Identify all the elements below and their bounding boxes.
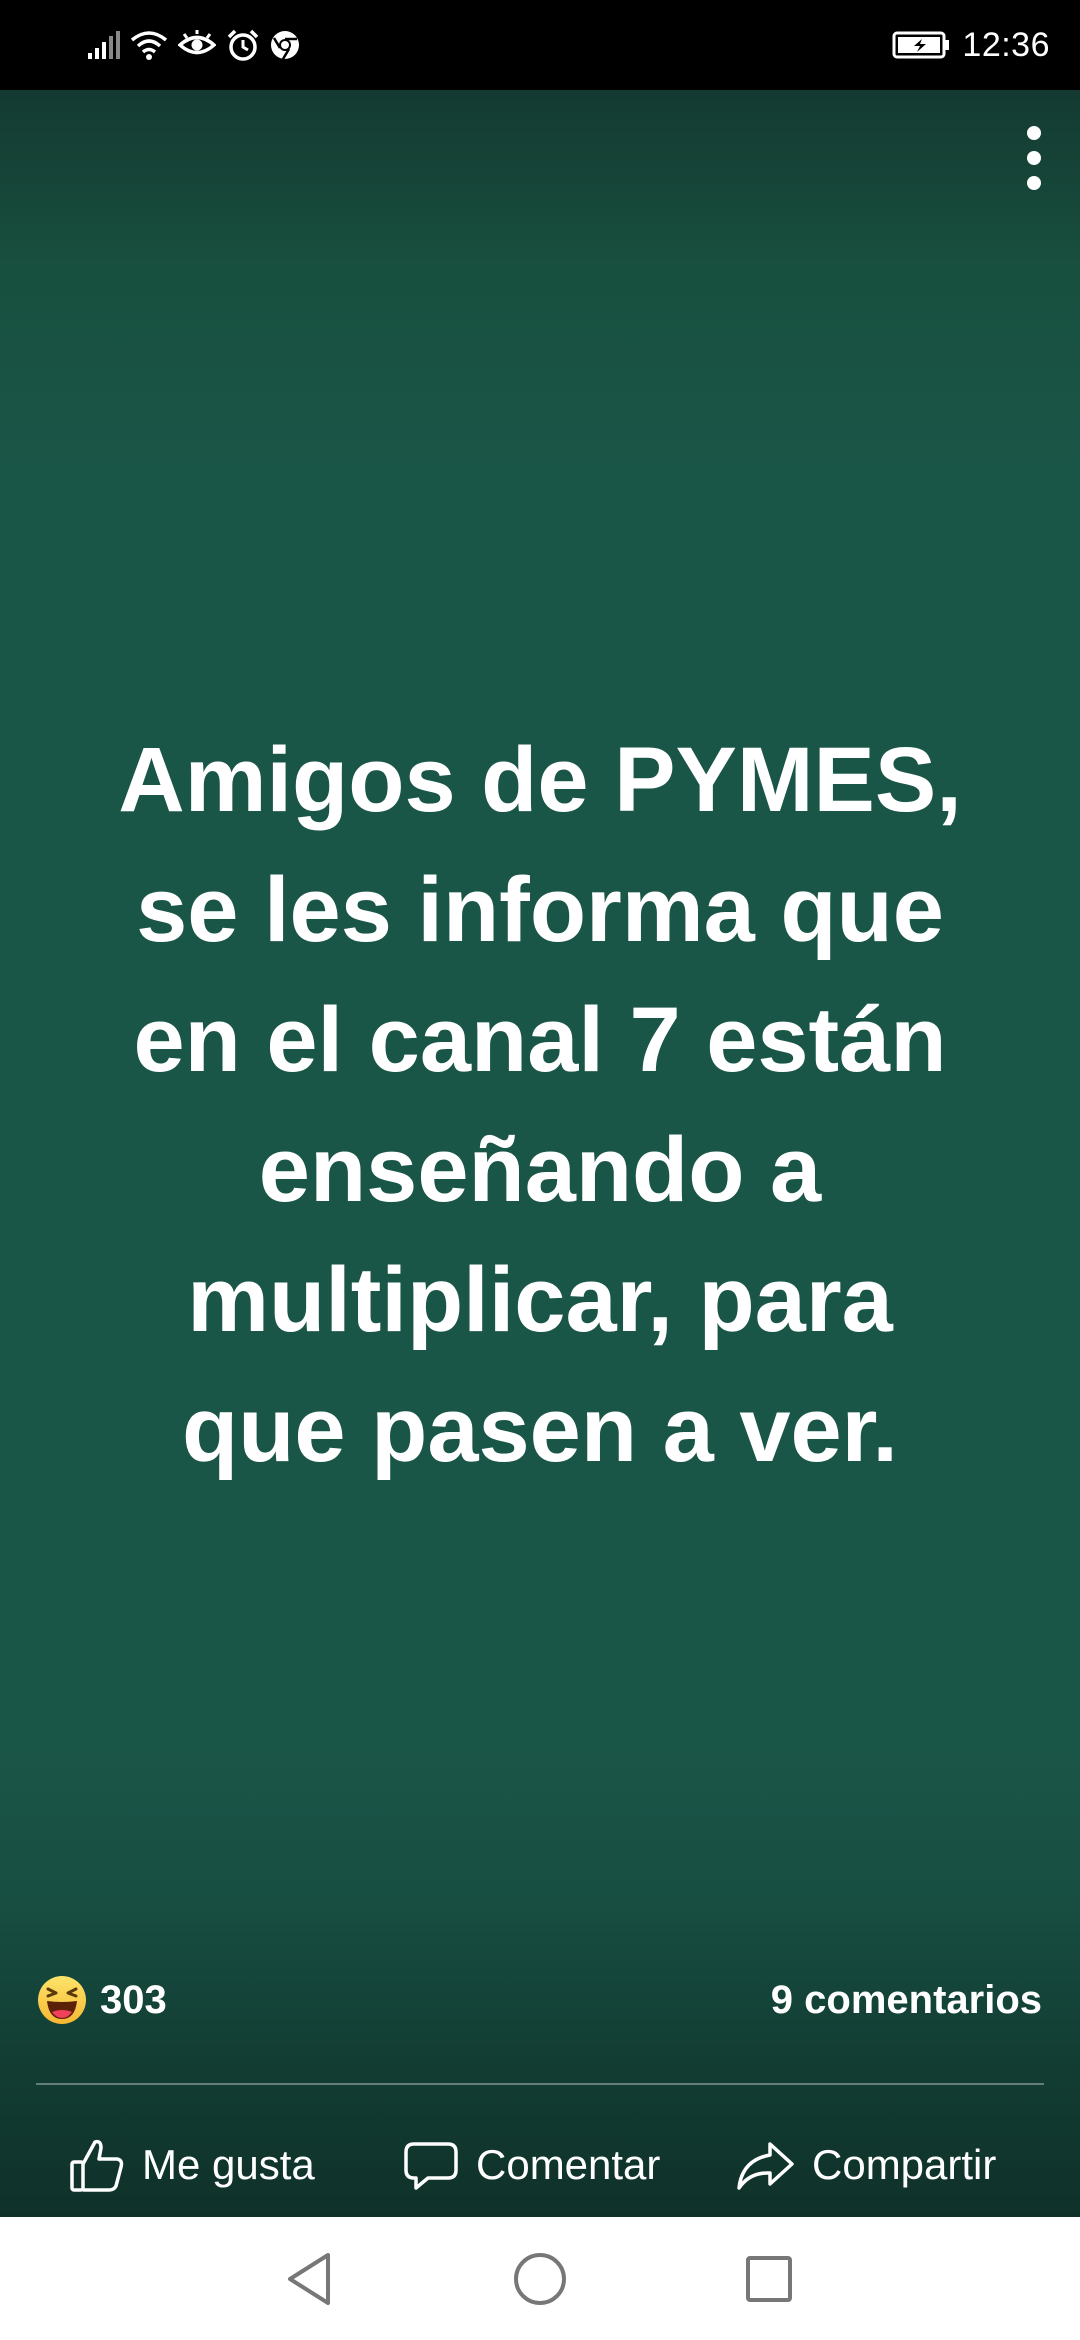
status-icons-right: 12:36 — [892, 22, 1050, 68]
wifi-icon — [130, 31, 168, 60]
share-button[interactable]: Compartir — [734, 2120, 996, 2210]
more-options-button[interactable] — [1006, 118, 1062, 198]
like-label: Me gusta — [142, 2141, 315, 2188]
comment-button[interactable]: Comentar — [402, 2120, 660, 2210]
reaction-count: 303 — [100, 1977, 167, 2022]
thumbs-up-icon — [70, 2139, 124, 2192]
post-text: Amigos de PYMES, se les informa que en e… — [118, 729, 962, 1481]
comment-bubble-icon — [404, 2142, 458, 2190]
reactions-row: 303 9 comentarios — [0, 1965, 1080, 2035]
haha-emoji-icon — [38, 1976, 86, 2024]
chrome-icon — [271, 31, 299, 60]
home-icon — [514, 2253, 566, 2305]
status-clock: 12:36 — [962, 25, 1050, 64]
screen: 12:36 Amigos de PYMES, se les informa qu… — [0, 0, 1080, 2340]
eye-icon — [178, 30, 216, 55]
more-dot-icon — [1027, 126, 1041, 140]
comments-count-link[interactable]: 9 comentarios — [771, 1965, 1042, 2035]
text-post: Amigos de PYMES, se les informa que en e… — [0, 90, 1080, 2217]
divider — [36, 2083, 1044, 2085]
home-button[interactable] — [502, 2241, 578, 2317]
recents-icon — [746, 2256, 792, 2302]
comment-label: Comentar — [476, 2141, 661, 2188]
battery-charging-icon — [892, 31, 950, 59]
share-arrow-icon — [737, 2142, 794, 2190]
recents-button[interactable] — [731, 2241, 807, 2317]
system-nav-bar — [0, 2217, 1080, 2340]
back-button[interactable] — [271, 2241, 347, 2317]
more-dot-icon — [1027, 151, 1041, 165]
post-actions: Me gusta Comentar Compartir — [0, 2120, 1080, 2210]
more-dot-icon — [1027, 176, 1041, 190]
signal-icon — [88, 31, 120, 59]
reactions-summary[interactable]: 303 — [36, 1965, 167, 2035]
share-label: Compartir — [812, 2141, 997, 2188]
alarm-icon — [227, 29, 259, 61]
back-icon — [288, 2253, 330, 2305]
status-icons-left — [86, 26, 300, 64]
status-bar: 12:36 — [0, 0, 1080, 90]
like-button[interactable]: Me gusta — [68, 2120, 315, 2210]
